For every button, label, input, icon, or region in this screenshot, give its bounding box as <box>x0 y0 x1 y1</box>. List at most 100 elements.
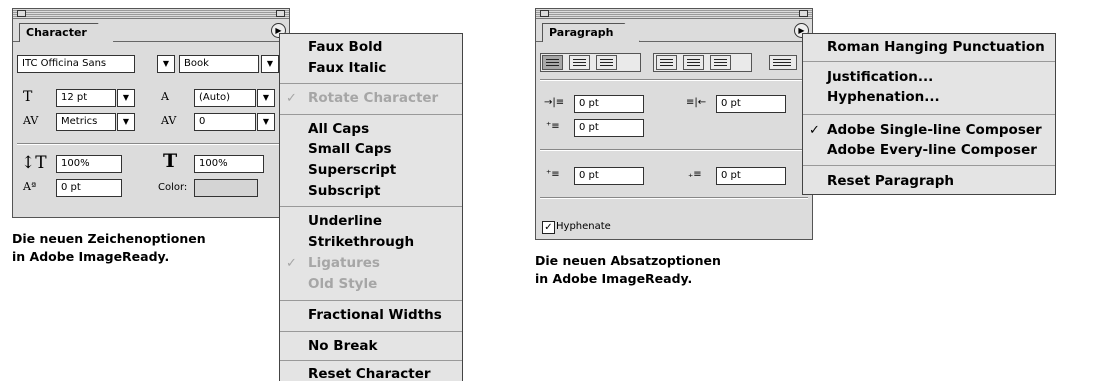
menu-item-label: All Caps <box>308 121 370 137</box>
paragraph-caption: Die neuen Absatzoptionen in Adobe ImageR… <box>535 252 721 288</box>
align-left-button[interactable] <box>542 55 563 70</box>
font-size-value: 12 pt <box>61 92 88 103</box>
leading-field[interactable]: (Auto) <box>194 89 256 107</box>
align-center-button[interactable] <box>569 55 590 70</box>
baseline-shift-field[interactable]: 0 pt <box>56 179 122 197</box>
font-size-dropdown[interactable]: ▼ <box>117 89 135 107</box>
justify-center-button[interactable] <box>683 55 704 70</box>
baseline-shift-value: 0 pt <box>61 182 81 193</box>
menu-separator <box>280 300 462 301</box>
tracking-dropdown[interactable]: ▼ <box>257 113 275 131</box>
left-indent-icon: →|≡ <box>544 97 565 108</box>
justify-all-button[interactable] <box>769 55 797 70</box>
menu-item-label: Old Style <box>308 276 378 292</box>
horizontal-scale-icon: T <box>163 150 178 172</box>
space-before-icon: ⁺≡ <box>546 169 560 180</box>
menu-item-label: Roman Hanging Punctuation <box>827 39 1045 55</box>
right-indent-field[interactable]: 0 pt <box>716 95 786 113</box>
character-flyout-menu: Faux Bold Faux Italic ✓ Rotate Character All… <box>279 33 463 382</box>
align-left-icon <box>546 59 559 66</box>
tracking-value: 0 <box>199 116 206 127</box>
tracking-field[interactable]: 0 <box>194 113 256 131</box>
kerning-icon: AV <box>23 114 39 127</box>
leading-dropdown[interactable]: ▼ <box>257 89 275 107</box>
menu-item-label: Hyphenation... <box>827 89 940 105</box>
horizontal-scale-value: 100% <box>199 158 228 169</box>
space-after-icon: ₊≡ <box>688 169 702 180</box>
font-style-field[interactable]: Book <box>179 55 259 73</box>
left-indent-value: 0 pt <box>579 98 599 109</box>
menu-separator <box>280 83 462 84</box>
space-after-field[interactable]: 0 pt <box>716 167 786 185</box>
tab-paragraph[interactable]: Paragraph <box>542 23 640 42</box>
zoom-box[interactable] <box>799 10 808 17</box>
menu-item-label: Reset Paragraph <box>827 173 955 189</box>
menu-item-label: Fractional Widths <box>308 307 442 323</box>
menu-separator <box>803 165 1055 166</box>
justify-left-button[interactable] <box>656 55 677 70</box>
chevron-down-icon: ▼ <box>266 59 274 68</box>
color-swatch[interactable] <box>194 179 258 197</box>
menu-item-label: Ligatures <box>308 255 380 271</box>
caption-line: in Adobe ImageReady. <box>535 271 693 286</box>
first-line-indent-field[interactable]: 0 pt <box>574 119 644 137</box>
menu-item-label: Strikethrough <box>308 234 415 250</box>
caption-line: Die neuen Zeichenoptionen <box>12 231 206 246</box>
menu-item-label: Superscript <box>308 162 397 178</box>
zoom-box[interactable] <box>276 10 285 17</box>
first-line-indent-value: 0 pt <box>579 122 599 133</box>
font-style-dropdown[interactable]: ▼ <box>261 55 279 73</box>
menu-item-label: Small Caps <box>308 141 392 157</box>
divider <box>540 149 808 151</box>
menu-item-label: Adobe Every-line Composer <box>827 142 1037 158</box>
justify-left-icon <box>660 59 673 66</box>
justify-all-icon <box>773 59 791 66</box>
check-icon: ✓ <box>544 222 553 233</box>
space-before-field[interactable]: 0 pt <box>574 167 644 185</box>
left-indent-field[interactable]: 0 pt <box>574 95 644 113</box>
menu-separator <box>280 206 462 207</box>
character-panel: Character ▶ ITC Officina Sans ▼ Book ▼ T… <box>12 8 290 218</box>
baseline-shift-icon: Aª <box>23 180 37 193</box>
divider <box>540 197 808 199</box>
check-icon: ✓ <box>809 123 820 138</box>
font-size-field[interactable]: 12 pt <box>56 89 116 107</box>
font-family-value: ITC Officina Sans <box>22 58 107 69</box>
chevron-down-icon: ▼ <box>162 59 170 68</box>
right-indent-value: 0 pt <box>721 98 741 109</box>
align-right-button[interactable] <box>596 55 617 70</box>
check-icon: ✓ <box>286 91 297 106</box>
vertical-scale-icon: ↕T <box>21 153 47 173</box>
color-label: Color: <box>158 182 188 193</box>
chevron-down-icon: ▼ <box>262 93 270 102</box>
menu-item-label: Subscript <box>308 183 381 199</box>
leading-icon: A <box>161 90 169 103</box>
horizontal-scale-field[interactable]: 100% <box>194 155 264 173</box>
divider <box>540 79 808 81</box>
first-line-indent-icon: ⁺≡ <box>546 121 560 132</box>
menu-separator <box>280 360 462 361</box>
close-box[interactable] <box>540 10 549 17</box>
paragraph-panel: Paragraph ▶ →|≡ 0 pt ≡|← 0 pt ⁺≡ 0 pt ⁺≡… <box>535 8 813 240</box>
menu-separator <box>280 114 462 115</box>
menu-item-label: Rotate Character <box>308 90 439 106</box>
kerning-dropdown[interactable]: ▼ <box>117 113 135 131</box>
menu-item-label: Underline <box>308 213 383 229</box>
close-box[interactable] <box>17 10 26 17</box>
tracking-icon: AV <box>161 114 177 127</box>
panel-title-bar[interactable] <box>536 9 812 19</box>
vertical-scale-field[interactable]: 100% <box>56 155 122 173</box>
menu-item-label: Faux Bold <box>308 39 383 55</box>
justify-right-button[interactable] <box>710 55 731 70</box>
font-family-dropdown[interactable]: ▼ <box>157 55 175 73</box>
menu-separator <box>803 61 1055 62</box>
kerning-field[interactable]: Metrics <box>56 113 116 131</box>
right-indent-icon: ≡|← <box>686 97 707 108</box>
panel-title-bar[interactable] <box>13 9 289 19</box>
menu-separator <box>280 331 462 332</box>
font-family-field[interactable]: ITC Officina Sans <box>17 55 135 73</box>
menu-item-label: Reset Character <box>308 366 431 382</box>
tab-character[interactable]: Character <box>19 23 114 42</box>
hyphenate-checkbox[interactable]: ✓ <box>542 221 555 234</box>
hyphenate-label: Hyphenate <box>556 221 611 232</box>
